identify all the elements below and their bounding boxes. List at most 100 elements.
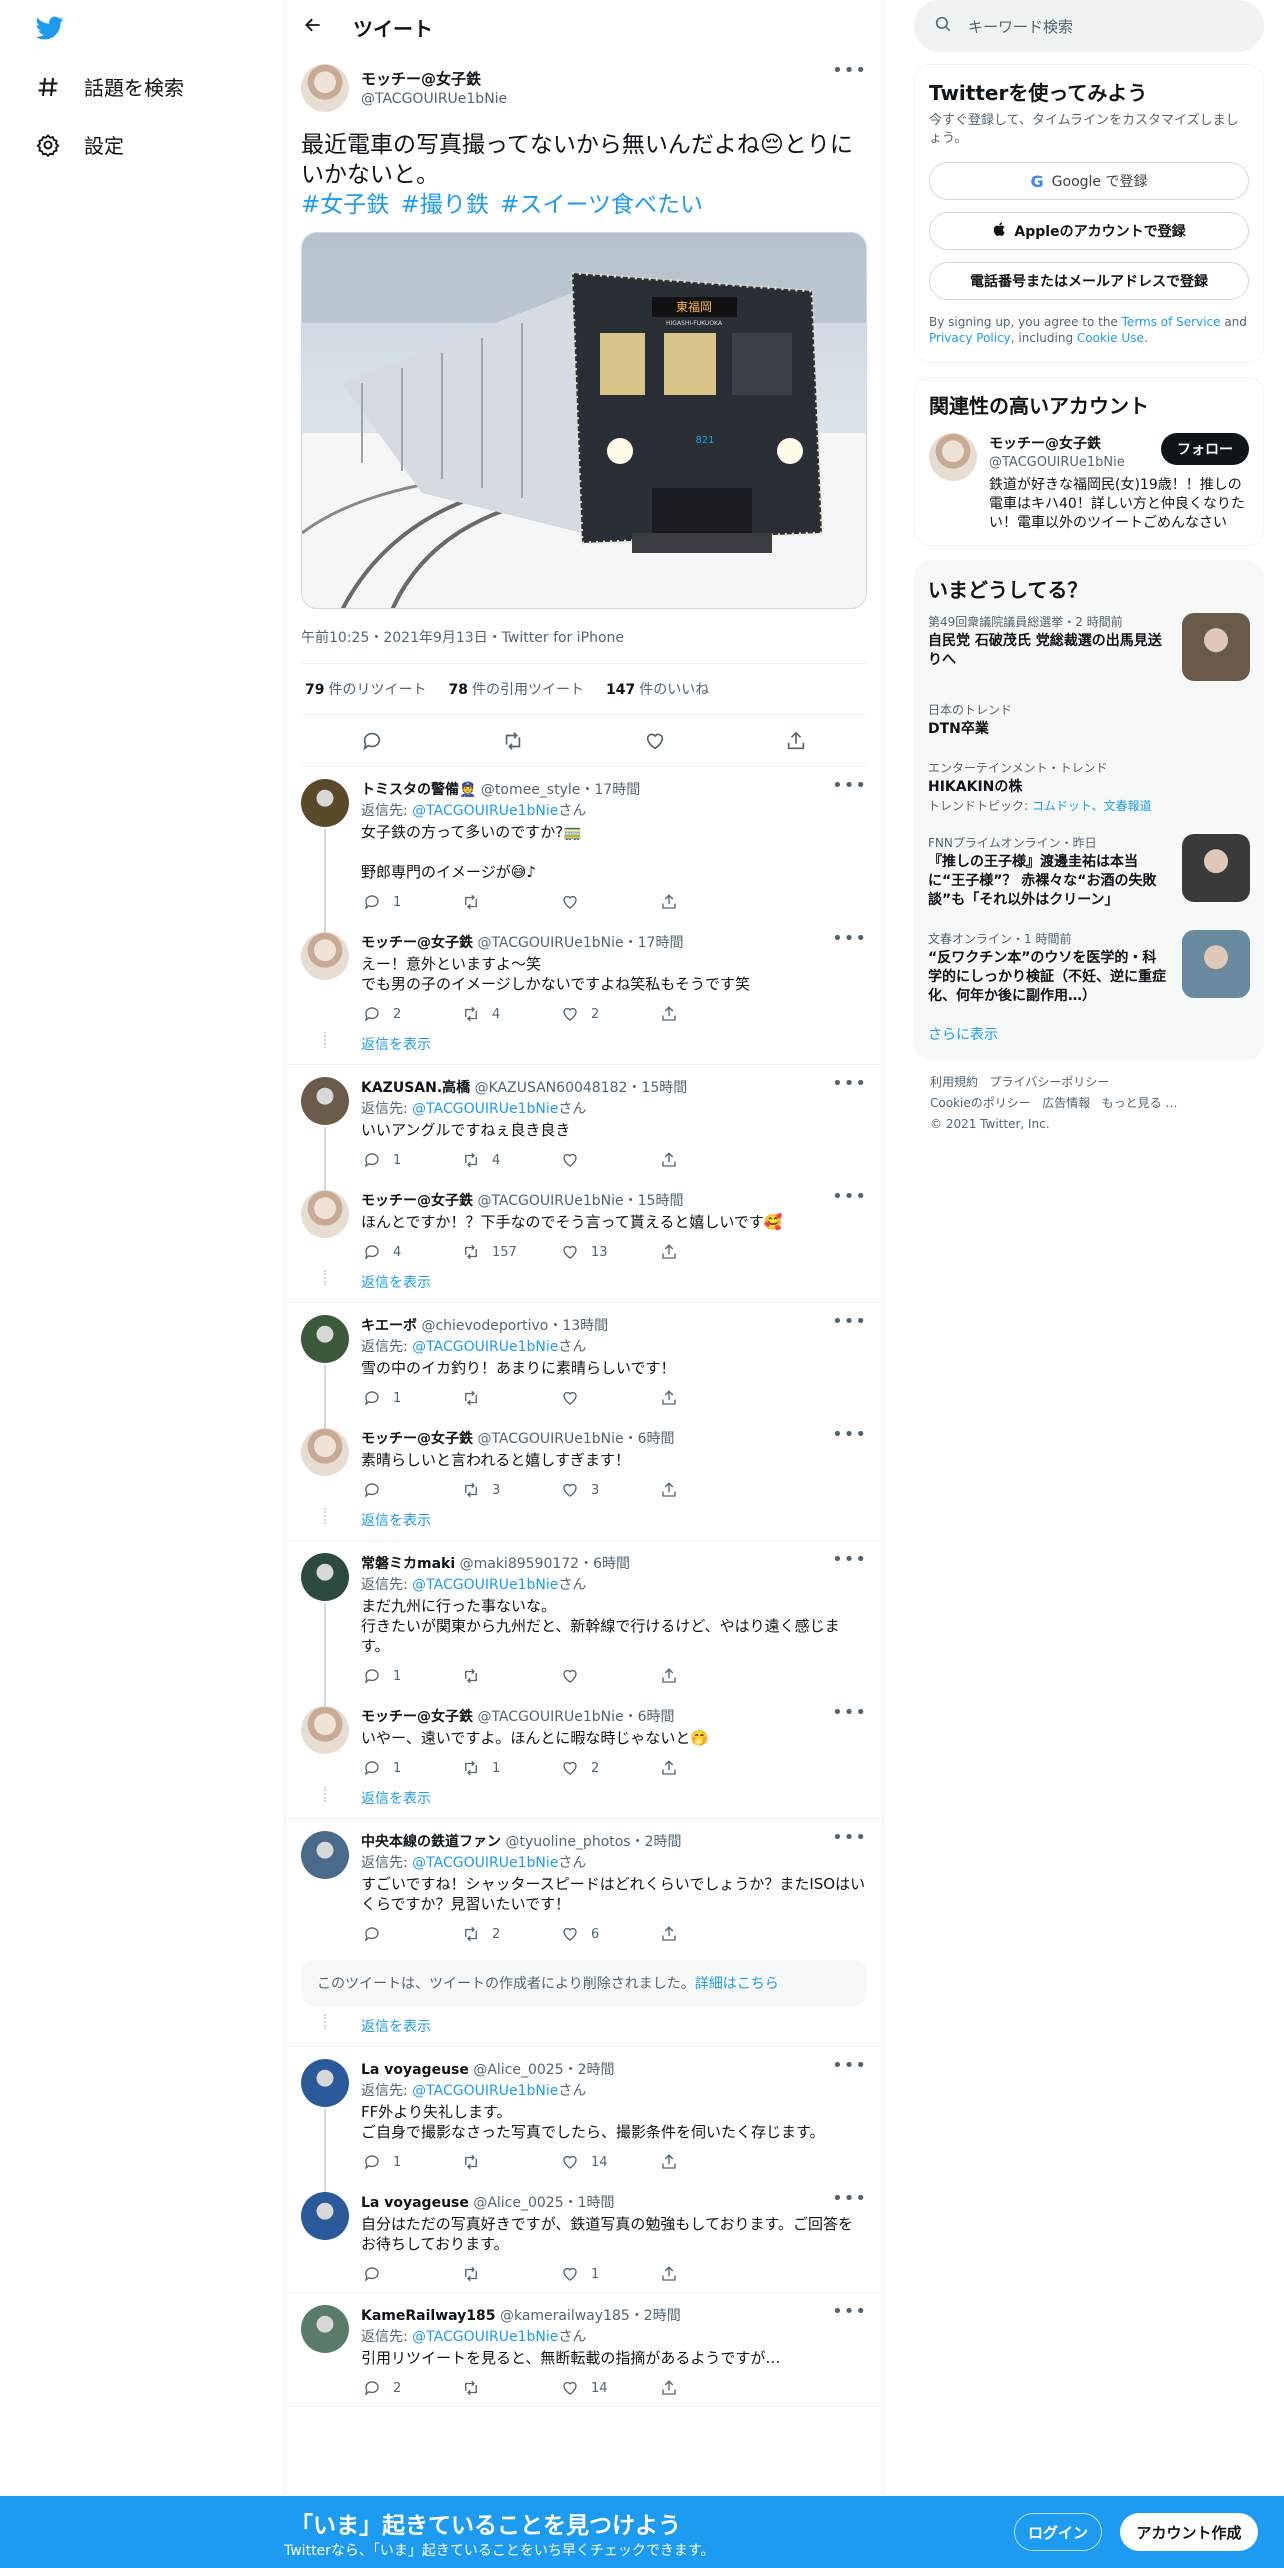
retweet-action[interactable]: [460, 1665, 559, 1687]
retweet-count-stat[interactable]: 79 件のリツイート: [305, 679, 426, 699]
show-replies-label[interactable]: 返信を表示: [361, 1791, 431, 1807]
like-icon[interactable]: [644, 730, 666, 752]
like-action[interactable]: 6: [559, 1923, 658, 1945]
reply-avatar[interactable]: [301, 1706, 349, 1754]
footer-terms-link[interactable]: 利用規約: [930, 1075, 978, 1089]
replying-to-link[interactable]: @TACGOUIRUe1bNie: [412, 1339, 558, 1355]
like-action[interactable]: [559, 891, 658, 913]
share-action[interactable]: [658, 1757, 757, 1779]
reply-name[interactable]: 常磐ミカmaki: [361, 1556, 455, 1572]
reply-time[interactable]: ・2時間: [630, 2308, 681, 2324]
like-count-stat[interactable]: 147 件のいいね: [606, 679, 709, 699]
show-replies-label[interactable]: 返信を表示: [361, 1275, 431, 1291]
reply-name[interactable]: La voyageuse: [361, 2062, 469, 2078]
share-action[interactable]: [658, 1923, 757, 1945]
reply-avatar[interactable]: [301, 779, 349, 827]
more-options-icon[interactable]: •••: [832, 1829, 867, 1851]
show-replies-link[interactable]: 返信を表示: [285, 2014, 883, 2046]
reply-action[interactable]: 1: [361, 1757, 460, 1779]
reply-avatar[interactable]: [301, 1428, 349, 1476]
more-options-icon[interactable]: •••: [832, 1704, 867, 1726]
reply-name[interactable]: KameRailway185: [361, 2308, 496, 2324]
share-action[interactable]: [658, 891, 757, 913]
more-options-icon[interactable]: •••: [832, 2190, 867, 2212]
replying-to-link[interactable]: @TACGOUIRUe1bNie: [412, 1855, 558, 1871]
replying-to-link[interactable]: @TACGOUIRUe1bNie: [412, 1101, 558, 1117]
reply-author[interactable]: 中央本線の鉄道ファン @tyuoline_photos・2時間: [361, 1831, 682, 1851]
search-box[interactable]: キーワード検索: [914, 0, 1264, 52]
retweet-action[interactable]: [460, 1387, 559, 1409]
reply-time[interactable]: ・6時間: [579, 1556, 630, 1572]
like-action[interactable]: 3: [559, 1479, 658, 1501]
signup-button[interactable]: アカウント作成: [1120, 2513, 1258, 2551]
more-options-icon[interactable]: •••: [832, 1313, 867, 1335]
trend-title[interactable]: 自民党 石破茂氏 党総裁選の出馬見送りへ: [928, 632, 1170, 670]
trend-item[interactable]: 第49回衆議院議員総選挙・2 時間前 自民党 石破茂氏 党総裁選の出馬見送りへ: [928, 603, 1250, 691]
reply-author[interactable]: モッチー@女子鉄 @TACGOUIRUe1bNie・15時間: [361, 1190, 683, 1210]
reply-avatar[interactable]: [301, 932, 349, 980]
show-replies-link[interactable]: 返信を表示: [285, 1270, 883, 1302]
reply-name[interactable]: KAZUSAN.高橋: [361, 1080, 470, 1096]
reply-avatar[interactable]: [301, 1077, 349, 1125]
reply-time[interactable]: ・2時間: [631, 1834, 682, 1850]
reply-author[interactable]: La voyageuse @Alice_0025・2時間: [361, 2059, 615, 2079]
show-replies-label[interactable]: 返信を表示: [361, 2019, 431, 2035]
tweet-hashtags[interactable]: #女子鉄 #撮り鉄 #スイーツ食べたい: [301, 190, 867, 220]
share-action[interactable]: [658, 1003, 757, 1025]
reply-avatar[interactable]: [301, 1190, 349, 1238]
retweet-action[interactable]: [460, 891, 559, 913]
reply-author[interactable]: キエーボ @chievodeportivo・13時間: [361, 1315, 608, 1335]
privacy-link[interactable]: Privacy Policy: [929, 331, 1011, 345]
like-action[interactable]: [559, 1387, 658, 1409]
reply-author[interactable]: KAZUSAN.高橋 @KAZUSAN60048182・15時間: [361, 1077, 687, 1097]
related-avatar[interactable]: [929, 433, 977, 481]
trend-item[interactable]: 日本のトレンド DTN卒業: [928, 691, 1250, 749]
follow-button[interactable]: フォロー: [1161, 433, 1249, 465]
reply-time[interactable]: ・17時間: [624, 935, 684, 951]
more-options-icon[interactable]: •••: [832, 62, 867, 80]
share-action[interactable]: [658, 1241, 757, 1263]
show-replies-link[interactable]: 返信を表示: [285, 1508, 883, 1540]
reply-name[interactable]: キエーボ: [361, 1318, 417, 1334]
more-options-icon[interactable]: •••: [832, 2057, 867, 2079]
reply-author[interactable]: モッチー@女子鉄 @TACGOUIRUe1bNie・17時間: [361, 932, 683, 952]
reply-handle[interactable]: @chievodeportivo: [421, 1318, 548, 1334]
reply-handle[interactable]: @Alice_0025: [473, 2062, 563, 2078]
share-action[interactable]: [658, 2151, 757, 2173]
trend-thumbnail[interactable]: [1182, 834, 1250, 902]
like-action[interactable]: [559, 1149, 658, 1171]
like-action[interactable]: 2: [559, 1757, 658, 1779]
reply-action[interactable]: 1: [361, 1387, 460, 1409]
author-handle[interactable]: @TACGOUIRUe1bNie: [361, 91, 507, 107]
reply-author[interactable]: KameRailway185 @kamerailway185・2時間: [361, 2305, 681, 2325]
reply-avatar[interactable]: [301, 1553, 349, 1601]
like-action[interactable]: 14: [559, 2151, 658, 2173]
reply-name[interactable]: モッチー@女子鉄: [361, 1431, 473, 1447]
share-action[interactable]: [658, 2377, 757, 2399]
reply-action[interactable]: 1: [361, 891, 460, 913]
show-replies-label[interactable]: 返信を表示: [361, 1037, 431, 1053]
back-arrow-icon[interactable]: [303, 15, 323, 40]
trend-thumbnail[interactable]: [1182, 613, 1250, 681]
reply-icon[interactable]: [361, 730, 383, 752]
retweet-action[interactable]: [460, 2151, 559, 2173]
reply-handle[interactable]: @TACGOUIRUe1bNie: [477, 1709, 623, 1725]
retweet-action[interactable]: 4: [460, 1149, 559, 1171]
like-action[interactable]: 2: [559, 1003, 658, 1025]
author-avatar[interactable]: [301, 64, 349, 112]
retweet-action[interactable]: [460, 2263, 559, 2285]
share-action[interactable]: [658, 1665, 757, 1687]
reply-handle[interactable]: @tomee_style: [481, 782, 581, 798]
like-action[interactable]: 13: [559, 1241, 658, 1263]
reply-handle[interactable]: @TACGOUIRUe1bNie: [477, 1431, 623, 1447]
reply-author[interactable]: トミスタの警備👮 @tomee_style・17時間: [361, 779, 640, 799]
reply-avatar[interactable]: [301, 1315, 349, 1363]
reply-avatar[interactable]: [301, 1831, 349, 1879]
apple-signup-button[interactable]: Appleのアカウントで登録: [929, 212, 1249, 250]
tweet-photo[interactable]: 東福岡 HIGASHI-FUKUOKA 821: [301, 232, 867, 609]
nav-explore[interactable]: 話題を検索: [34, 72, 184, 101]
show-replies-link[interactable]: 返信を表示: [285, 1032, 883, 1064]
cookie-link[interactable]: Cookie Use: [1077, 331, 1144, 345]
reply-action[interactable]: 1: [361, 1665, 460, 1687]
retweet-action[interactable]: 1: [460, 1757, 559, 1779]
